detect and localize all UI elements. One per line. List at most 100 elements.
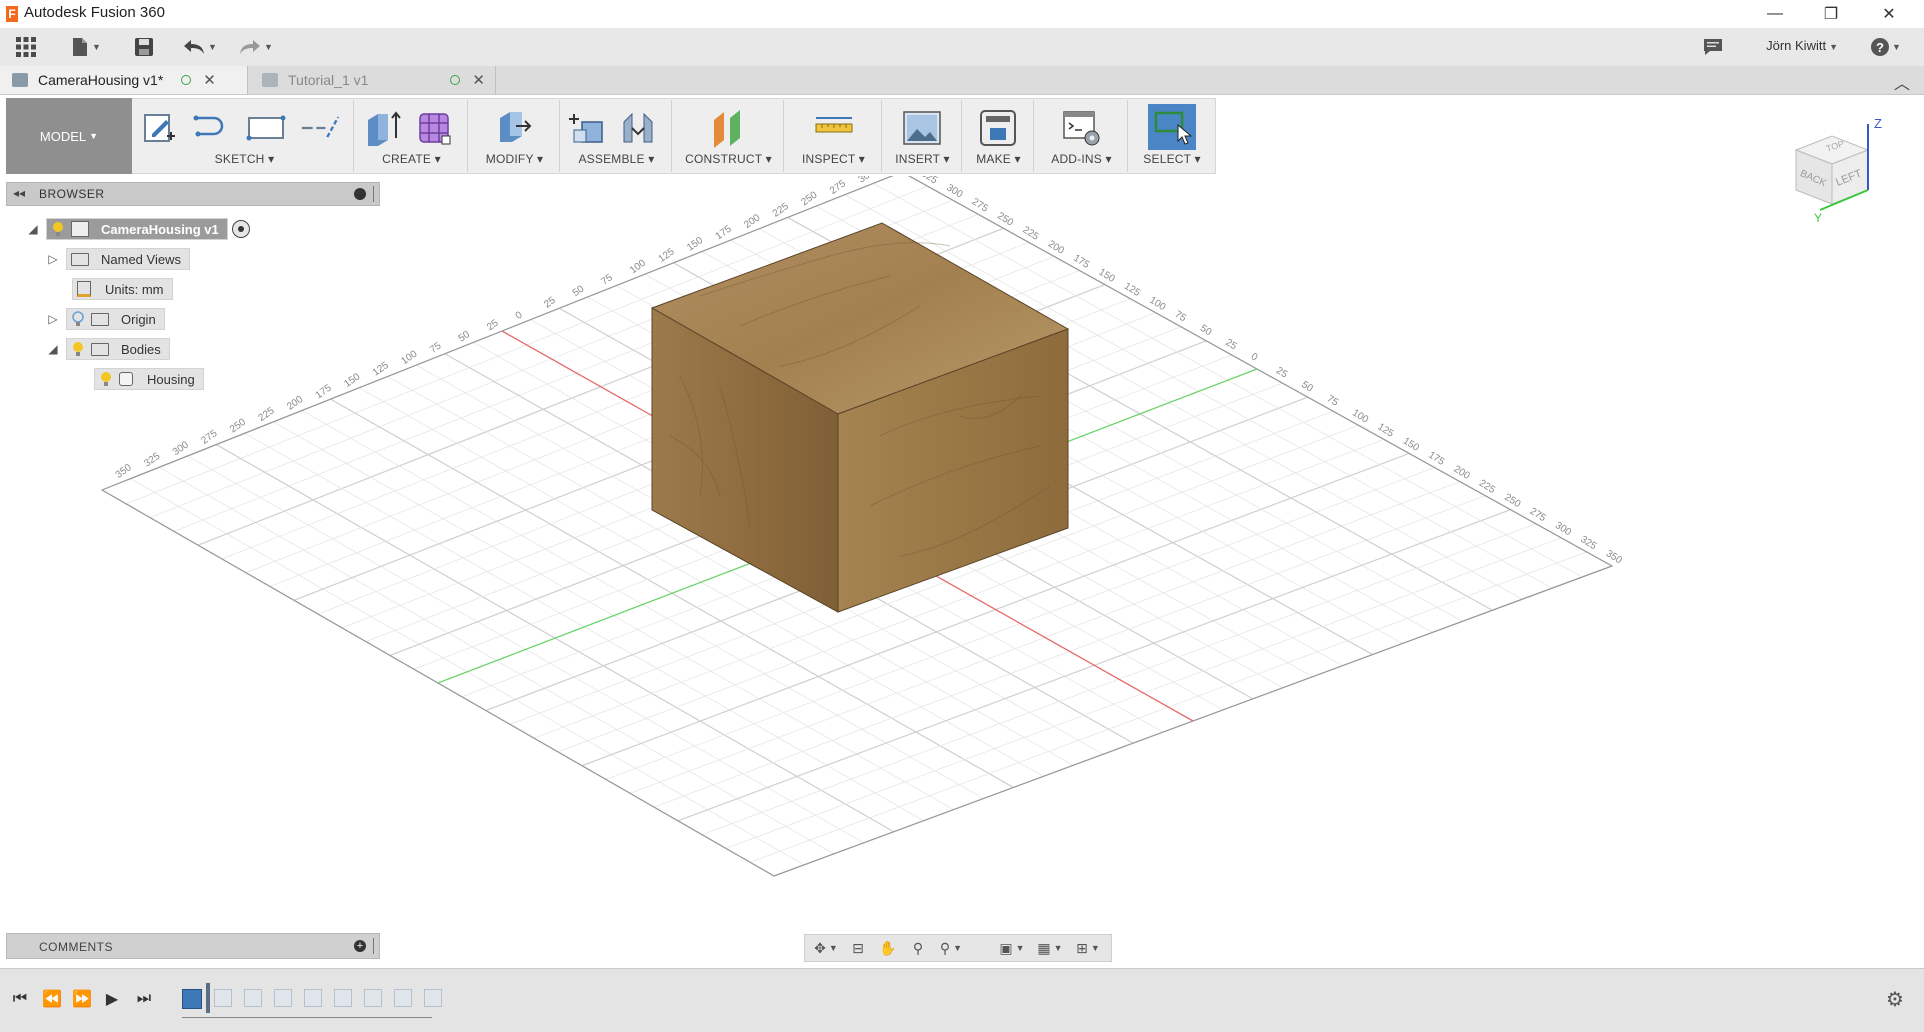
expand-triangle-icon[interactable]: ▷ (46, 312, 60, 326)
select-icon[interactable] (1148, 104, 1196, 150)
inspect-group[interactable]: INSPECT ▾ (786, 100, 882, 172)
close-tab-icon[interactable]: ✕ (472, 71, 485, 89)
viewcube[interactable]: TOP BACK LEFT Z Y (1784, 116, 1894, 238)
viewports-icon[interactable]: ⊞ ▼ (1071, 939, 1105, 957)
insert-image-icon[interactable] (902, 108, 942, 148)
zoom-icon[interactable]: ⚲ (905, 939, 931, 957)
units-chip[interactable]: Units: mm (72, 278, 173, 300)
assemble-group[interactable]: ASSEMBLE ▾ (562, 100, 672, 172)
visibility-bulb-icon[interactable] (71, 341, 85, 357)
named-views-chip[interactable]: Named Views (66, 248, 190, 270)
notifications-button[interactable] (1700, 34, 1726, 60)
step-back-icon[interactable]: ⏪ (40, 987, 64, 1011)
expand-triangle-icon[interactable]: ▷ (46, 252, 60, 266)
extrude-feature-icon[interactable] (182, 989, 202, 1009)
collapse-panel-icon[interactable]: ◂◂ (13, 186, 25, 200)
collapse-triangle-icon[interactable]: ◢ (26, 222, 40, 236)
comments-panel[interactable]: COMMENTS + (6, 933, 380, 959)
timeline-feature-icon[interactable] (424, 989, 442, 1007)
grid-tick-label: 275 (970, 196, 990, 214)
measure-icon[interactable] (814, 108, 854, 148)
minimize-button[interactable]: — (1752, 0, 1798, 28)
press-pull-icon[interactable] (494, 108, 534, 148)
modify-group[interactable]: MODIFY ▾ (470, 100, 560, 172)
undo-button[interactable]: ▼ (180, 34, 220, 60)
arc-icon[interactable] (192, 108, 232, 148)
visibility-bulb-icon[interactable] (51, 221, 65, 237)
gear-icon[interactable]: ⚙ (1886, 987, 1904, 1012)
timeline-feature-icon[interactable] (244, 989, 262, 1007)
construct-group[interactable]: CONSTRUCT ▾ (674, 100, 784, 172)
grid-tick-label: 125 (1122, 281, 1142, 299)
fit-icon[interactable]: ⚲ ▼ (933, 939, 969, 957)
browser-root-node[interactable]: ◢ CameraHousing v1 (26, 217, 250, 241)
add-comment-icon[interactable]: + (354, 940, 366, 952)
display-settings-icon[interactable]: ▣ ▼ (995, 939, 1029, 957)
user-menu[interactable]: Jörn Kiwitt ▼ (1766, 38, 1838, 53)
timeline-marker[interactable] (206, 983, 210, 1013)
activate-component-icon[interactable] (231, 220, 250, 238)
workspace-switcher[interactable]: MODEL ▼ (6, 98, 132, 174)
tree-node-bodies[interactable]: ◢ Bodies (46, 337, 170, 361)
pan-icon[interactable]: ✋ (875, 939, 901, 957)
housing-chip[interactable]: Housing (94, 368, 204, 390)
create-sketch-icon[interactable] (140, 108, 180, 148)
model-canvas[interactable]: 3503253002752502252001751501251007550250… (0, 155, 1924, 962)
browser-panel-header[interactable]: ◂◂ BROWSER (6, 182, 380, 206)
new-component-icon[interactable] (568, 108, 608, 148)
scripts-icon[interactable] (1062, 108, 1102, 148)
extrude-icon[interactable] (362, 108, 402, 148)
timeline-feature-icon[interactable] (364, 989, 382, 1007)
collapse-ribbon-icon[interactable]: ︿ (1894, 70, 1910, 94)
timeline-feature-icon[interactable] (214, 989, 232, 1007)
select-group[interactable]: SELECT ▾ (1130, 100, 1214, 172)
joint-icon[interactable] (618, 108, 658, 148)
timeline-feature-icon[interactable] (334, 989, 352, 1007)
tree-node-units[interactable]: Units: mm (72, 277, 173, 301)
make-group[interactable]: MAKE ▾ (964, 100, 1034, 172)
offset-plane-icon[interactable] (708, 108, 748, 148)
orbit-icon[interactable]: ✥ ▼ (809, 939, 843, 957)
timeline-feature-icon[interactable] (274, 989, 292, 1007)
restore-button[interactable]: ❐ (1808, 0, 1854, 28)
collapse-triangle-icon[interactable]: ◢ (46, 342, 60, 356)
play-icon[interactable]: ▶ (100, 987, 124, 1011)
close-window-button[interactable]: ✕ (1866, 0, 1912, 28)
add-ins-group[interactable]: ADD-INS ▾ (1036, 100, 1128, 172)
save-button[interactable] (130, 34, 158, 60)
sketch-group[interactable]: SKETCH ▾ (136, 100, 354, 172)
play-step-icon[interactable]: ⏩ (70, 987, 94, 1011)
tab-tutorial[interactable]: Tutorial_1 v1 ✕ (250, 66, 496, 94)
origin-chip[interactable]: Origin (66, 308, 165, 330)
help-button[interactable]: ? ▼ (1866, 34, 1906, 60)
data-panel-button[interactable] (12, 34, 40, 60)
close-tab-icon[interactable]: ✕ (203, 71, 216, 89)
user-name-label: Jörn Kiwitt (1766, 38, 1827, 53)
timeline-feature-icon[interactable] (304, 989, 322, 1007)
root-chip[interactable]: CameraHousing v1 (46, 218, 228, 240)
pin-icon[interactable] (373, 938, 377, 954)
grid-settings-icon[interactable]: ▦ ▼ (1033, 939, 1067, 957)
hidden-bulb-icon[interactable] (71, 311, 85, 327)
file-menu-button[interactable]: ▼ (68, 34, 104, 60)
timeline-feature-icon[interactable] (394, 989, 412, 1007)
insert-group[interactable]: INSERT ▾ (884, 100, 962, 172)
go-to-end-icon[interactable]: ⏭ (132, 987, 156, 1011)
rectangle-icon[interactable] (246, 108, 286, 148)
pin-icon[interactable] (373, 186, 377, 202)
go-to-start-icon[interactable]: ⏮ (8, 987, 32, 1011)
construction-line-icon[interactable] (300, 108, 340, 148)
bodies-chip[interactable]: Bodies (66, 338, 170, 360)
tree-node-named-views[interactable]: ▷ Named Views (46, 247, 190, 271)
tab-camerahousing[interactable]: CameraHousing v1* ✕ (0, 66, 248, 94)
visibility-bulb-icon[interactable] (99, 371, 113, 387)
browser-options-icon[interactable] (354, 188, 366, 200)
3d-print-icon[interactable] (978, 108, 1018, 148)
tree-node-origin[interactable]: ▷ Origin (46, 307, 165, 331)
look-at-icon[interactable]: ⊟ (845, 939, 871, 957)
tree-node-housing[interactable]: Housing (94, 367, 204, 391)
3d-viewport[interactable]: 350 325 300 275 250 225 200 175 150 125 100 75 50 25 0… (0, 155, 1924, 962)
form-icon[interactable] (414, 108, 454, 148)
create-group[interactable]: CREATE ▾ (356, 100, 468, 172)
redo-button[interactable]: ▼ (236, 34, 276, 60)
